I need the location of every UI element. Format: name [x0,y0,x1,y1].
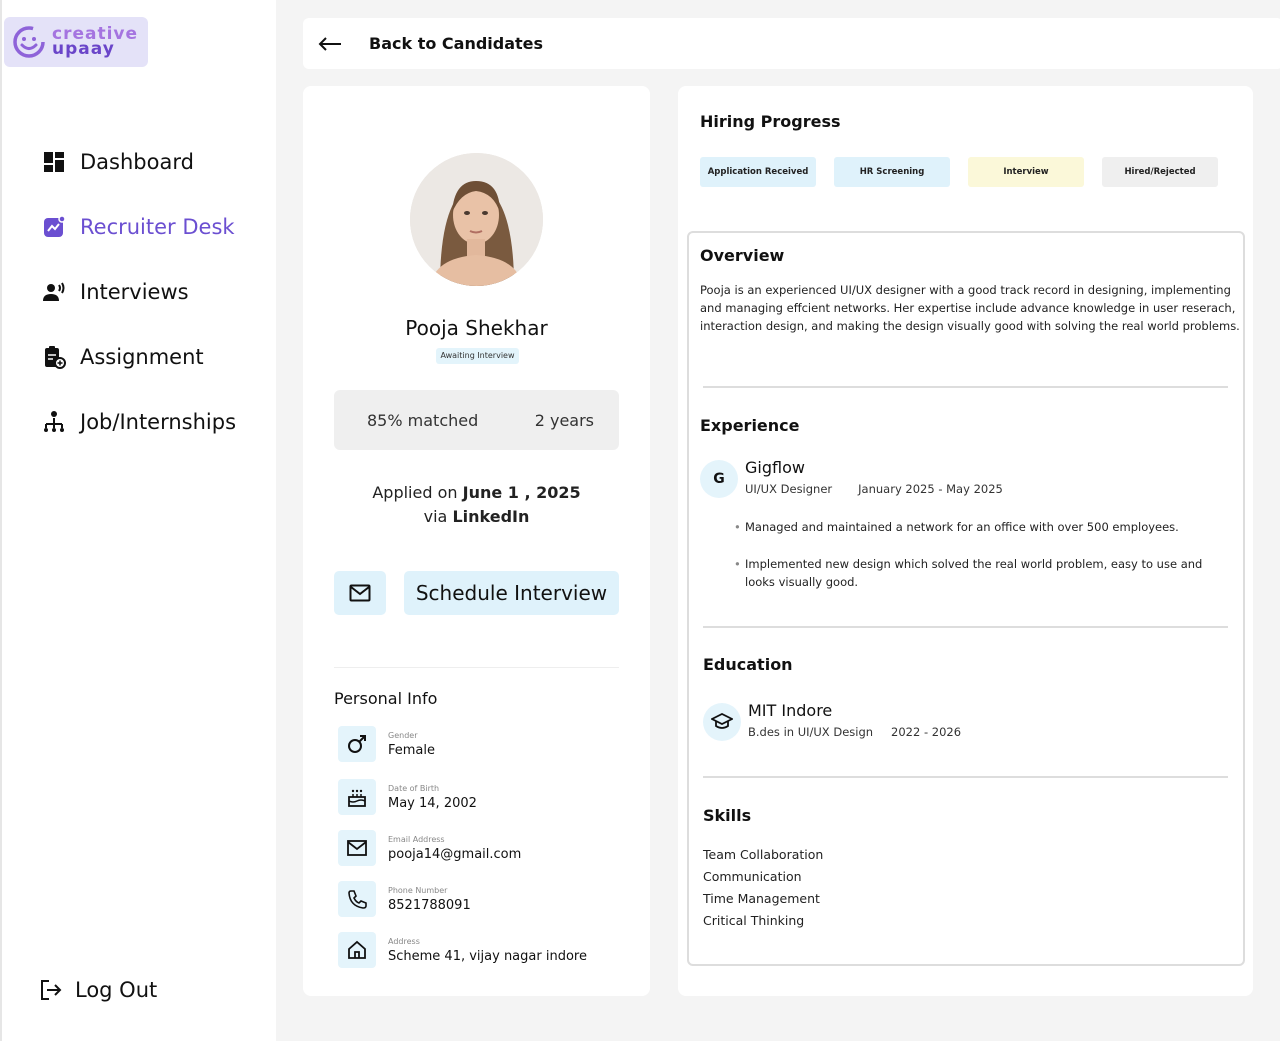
brand-logo[interactable]: creative upaay [4,17,148,67]
experience-bullet: Implemented new design which solved the … [734,555,1204,591]
experience-meta: UI/UX Designer January 2025 - May 2025 [745,482,1003,496]
stage-hr-screening[interactable]: HR Screening [834,157,950,187]
main-content: Back to Candidates Pooja Shekhar Awaitin… [276,0,1280,1041]
info-row-address: Address Scheme 41, vijay nagar indore [338,932,587,968]
divider [703,776,1228,778]
sidebar-item-dashboard[interactable]: Dashboard [42,150,194,174]
experience-years: 2 years [534,410,594,430]
via-prefix: via [423,507,448,526]
topbar: Back to Candidates [303,18,1280,69]
candidate-details-card: Hiring Progress Application Received HR … [678,86,1253,996]
sidebar-item-label: Recruiter Desk [80,215,235,239]
info-value: Female [388,742,436,758]
sidebar-item-assignment[interactable]: Assignment [42,345,204,369]
cake-icon [348,789,366,807]
info-value: Scheme 41, vijay nagar indore [388,948,587,964]
dashboard-icon [44,152,64,172]
match-percent: 85% matched [367,410,479,430]
degree: B.des in UI/UX Design [748,725,874,739]
skill-item: Time Management [703,891,820,906]
info-label: Date of Birth [388,783,440,793]
company-name: Gigflow [745,458,805,477]
applied-prefix: Applied on [372,483,458,502]
logout-label: Log Out [75,978,158,1002]
schedule-interview-button[interactable]: Schedule Interview [404,571,619,615]
graduation-cap-icon [703,703,741,741]
info-value[interactable]: 8521788091 [388,898,471,913]
home-icon [348,940,366,959]
school-name: MIT Indore [748,701,833,720]
gender-icon [348,735,366,753]
sidebar-item-label: Assignment [80,345,204,369]
skill-item: Team Collaboration [703,847,824,862]
application-source: LinkedIn [452,507,530,526]
info-label: Address [388,936,420,946]
stage-interview[interactable]: Interview [968,157,1084,187]
match-summary: 85% matched 2 years [334,390,619,450]
stage-application-received[interactable]: Application Received [700,157,816,187]
interviews-icon [43,282,65,301]
back-label: Back to Candidates [369,34,544,53]
divider [703,626,1228,628]
back-to-candidates-link[interactable]: Back to Candidates [317,34,543,53]
info-label: Gender [388,730,418,740]
mail-icon [347,840,367,856]
logout-icon [41,980,62,1000]
overview-text: Pooja is an experienced UI/UX designer w… [700,283,1240,333]
sidebar-item-label: Job/Internships [80,410,237,434]
info-row-gender: Gender Female [338,726,435,762]
arrow-left-icon [318,36,341,51]
smile-logo-icon [13,26,45,58]
candidate-name: Pooja Shekhar [405,316,548,340]
skill-item: Critical Thinking [703,913,805,928]
candidate-avatar [410,153,543,286]
mail-icon [349,584,371,602]
info-label: Phone Number [388,885,448,895]
sidebar-item-interviews[interactable]: Interviews [42,280,189,304]
info-row-phone: Phone Number 8521788091 [338,881,471,917]
overview-title: Overview [700,246,785,265]
info-row-email: Email Address pooja14@gmail.com [338,830,521,866]
phone-icon [348,890,367,909]
assignment-icon [45,346,66,369]
hiring-progress-title: Hiring Progress [700,112,841,131]
job-role: UI/UX Designer [745,482,833,496]
divider [703,386,1228,388]
stage-hired-rejected[interactable]: Hired/Rejected [1102,157,1218,187]
logout-button[interactable]: Log Out [39,978,157,1002]
email-candidate-button[interactable] [334,571,386,615]
skill-item: Communication [703,869,802,884]
education-meta: B.des in UI/UX Design 2022 - 2026 [748,725,961,739]
education-period: 2022 - 2026 [891,725,962,739]
info-label: Email Address [388,834,445,844]
candidate-detail-panel: Overview Pooja is an experienced UI/UX d… [687,231,1245,966]
sidebar: creative upaay Dashboard Recruiter Desk … [0,0,276,1041]
brand-line-2: upaay [52,39,115,59]
applied-date: June 1 , 2025 [462,483,581,502]
status-badge: Awaiting Interview [436,348,519,364]
sidebar-item-label: Interviews [80,280,189,304]
education-title: Education [703,655,793,674]
info-row-dob: Date of Birth May 14, 2002 [338,779,477,815]
sidebar-item-recruiter-desk[interactable]: Recruiter Desk [42,215,235,239]
personal-info-title: Personal Info [334,689,438,708]
sidebar-item-label: Dashboard [80,150,194,174]
candidate-profile-card: Pooja Shekhar Awaiting Interview 85% mat… [303,86,650,996]
experience-bullet: Managed and maintained a network for an … [734,518,1204,536]
divider [334,667,619,668]
jobs-icon [44,411,64,432]
sidebar-item-jobs[interactable]: Job/Internships [42,410,236,434]
experience-title: Experience [700,416,800,435]
info-value: May 14, 2002 [388,795,477,811]
recruiter-icon [44,215,66,237]
job-period: January 2025 - May 2025 [858,482,1003,496]
skills-title: Skills [703,806,752,825]
company-logo: G [700,460,738,498]
info-value[interactable]: pooja14@gmail.com [388,847,521,862]
application-info: Applied on June 1 , 2025 via LinkedIn [303,481,650,529]
portrait-image [410,153,543,286]
